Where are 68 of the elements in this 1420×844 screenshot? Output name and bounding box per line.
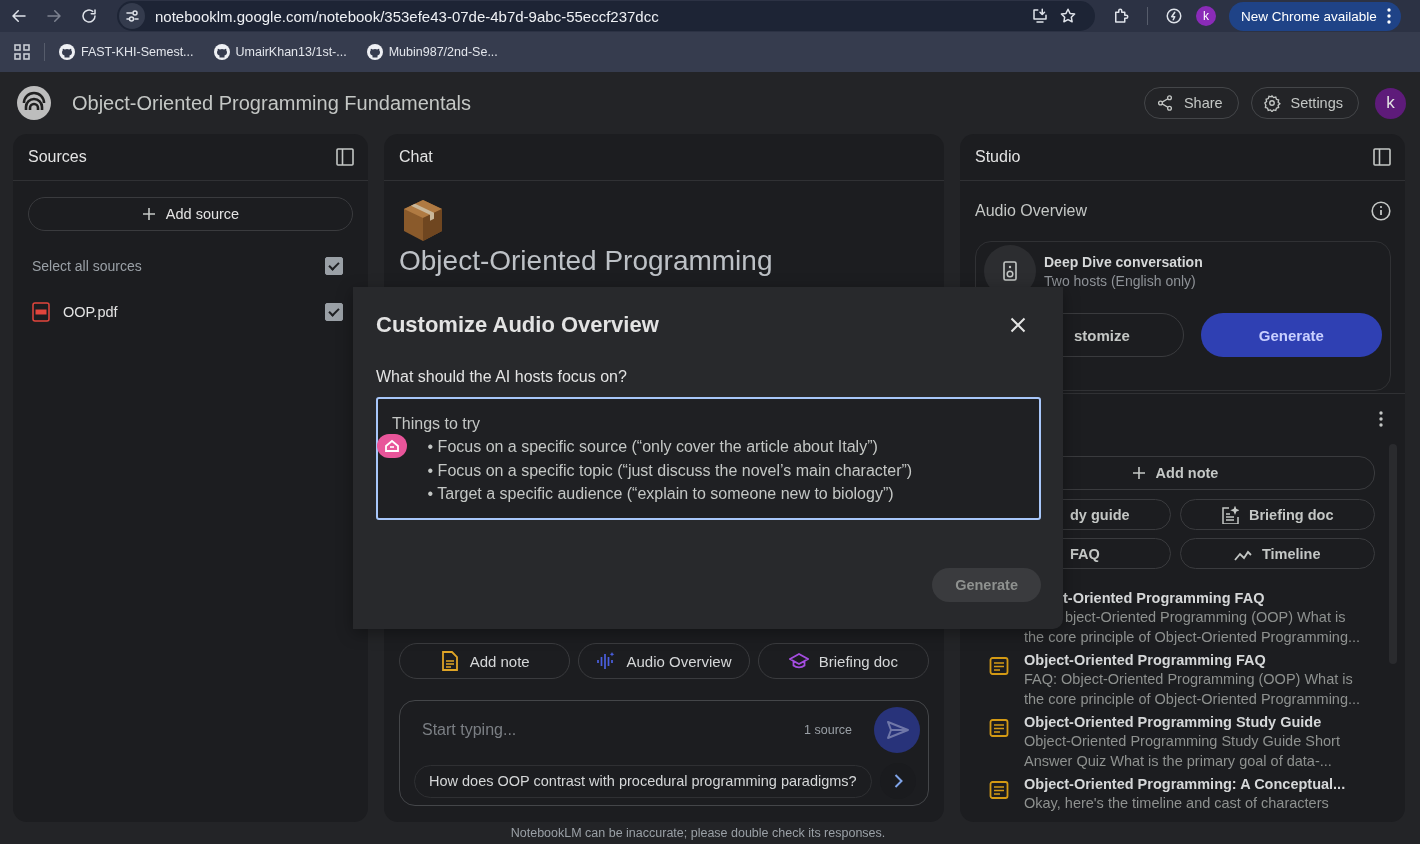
star-icon[interactable] xyxy=(1059,7,1077,25)
extensions-icon[interactable] xyxy=(1112,7,1130,25)
note-icon[interactable] xyxy=(989,780,1009,800)
notebook-title: Object-Oriented Programming Fundamentals xyxy=(72,91,472,115)
source-count: 1 source xyxy=(804,723,852,737)
url-text: notebooklm.google.com/notebook/353efe43-07de-4b7d-9abc-55eccf237dcc xyxy=(155,7,659,25)
panel-title: Sources xyxy=(28,148,87,166)
logo-icon xyxy=(17,86,51,120)
plus-icon xyxy=(1131,466,1146,480)
note-title[interactable]: Object-Oriented Programming: A Conceptual... xyxy=(1024,774,1346,794)
settings-icon xyxy=(1262,94,1281,112)
more-icon[interactable] xyxy=(1379,411,1383,427)
apps-grid-icon[interactable] xyxy=(14,44,30,60)
send-icon[interactable] xyxy=(874,707,920,753)
panel-toggle-icon[interactable] xyxy=(336,148,354,166)
note-icon[interactable] xyxy=(989,656,1009,676)
github-icon xyxy=(366,44,383,60)
close-icon[interactable] xyxy=(1010,317,1026,333)
note-preview: Object-Oriented Programming Study Guide Short xyxy=(1024,732,1340,751)
document-icon xyxy=(1220,505,1239,524)
checkbox[interactable] xyxy=(325,257,343,275)
install-icon[interactable] xyxy=(1031,7,1049,25)
panel-toggle-icon[interactable] xyxy=(1373,148,1391,166)
github-icon xyxy=(213,44,230,60)
note-preview: bject-Oriented Programming (OOP) What is xyxy=(1064,608,1347,627)
address-bar[interactable]: notebooklm.google.com/notebook/353efe43-07de-4b7d-9abc-55eccf237dcc xyxy=(117,1,1095,31)
focus-field[interactable]: Things to try • Focus on a specific source (“only cover the article about Italy”) • Focus on a specific topic (“just discuss the novel’s main character”) • Target a specific audience (“explain to someone new to biology”) xyxy=(376,397,1041,520)
note-title[interactable]: Object-Oriented Programming Study Guide xyxy=(1024,712,1340,732)
forward-icon[interactable] xyxy=(45,7,63,25)
note-preview: Answer Quiz What is the primary goal of data-... xyxy=(1024,751,1333,771)
note-title[interactable]: Object-Oriented Programming FAQ xyxy=(1024,650,1361,670)
card-title: Deep Dive conversation xyxy=(1044,253,1203,271)
bookmark[interactable]: FAST-KHI-Semest... xyxy=(59,44,194,60)
info-icon[interactable] xyxy=(1371,201,1391,221)
bookmark[interactable]: UmairKhan13/1st-... xyxy=(213,44,347,60)
note-preview: the core principle of Object-Oriented Programming... xyxy=(1024,689,1361,709)
disclaimer-text: NotebookLM can be inaccurate; please double check its responses. xyxy=(509,826,887,840)
section-title: Audio Overview xyxy=(975,202,1088,220)
update-button[interactable]: New Chrome available xyxy=(1229,1,1401,31)
note-icon[interactable] xyxy=(989,718,1009,738)
chat-input-field[interactable]: Start typing... xyxy=(414,721,805,739)
note-icon xyxy=(439,651,460,671)
back-icon[interactable] xyxy=(10,7,28,25)
note-preview: Okay, here's the timeline and cast of characters xyxy=(1024,794,1330,813)
plus-icon xyxy=(141,207,156,221)
kebab-icon[interactable] xyxy=(1386,8,1391,24)
select-all-label: Select all sources xyxy=(32,258,143,274)
focus-question: What should the AI hosts focus on? xyxy=(376,368,628,386)
pdf-icon xyxy=(32,302,50,322)
note-preview: the core principle of Object-Oriented Programming... xyxy=(1024,627,1361,647)
profile-avatar[interactable]: k xyxy=(1196,6,1216,26)
share-icon xyxy=(1155,94,1174,112)
generate-button[interactable]: Generate xyxy=(1200,313,1382,357)
card-subtitle: Two hosts (English only) xyxy=(1044,272,1197,289)
notebook-heading: Object-Oriented Programming xyxy=(399,245,773,277)
graduation-cap-icon xyxy=(788,651,809,671)
profile-avatar[interactable]: k xyxy=(1375,87,1406,119)
note-preview: FAQ: Object-Oriented Programming (OOP) What is xyxy=(1024,670,1354,689)
dialog-title: Customize Audio Overview xyxy=(376,312,659,338)
tune-icon[interactable] xyxy=(119,3,145,29)
waveform-icon xyxy=(596,651,617,671)
github-icon xyxy=(59,44,75,60)
bookmark[interactable]: Mubin987/2nd-Se... xyxy=(366,44,498,60)
reload-icon[interactable] xyxy=(80,7,98,25)
panel-title: Studio xyxy=(975,148,1021,166)
panel-title: Chat xyxy=(399,148,433,166)
checkbox[interactable] xyxy=(325,303,343,321)
source-name[interactable]: OOP.pdf xyxy=(63,304,312,320)
